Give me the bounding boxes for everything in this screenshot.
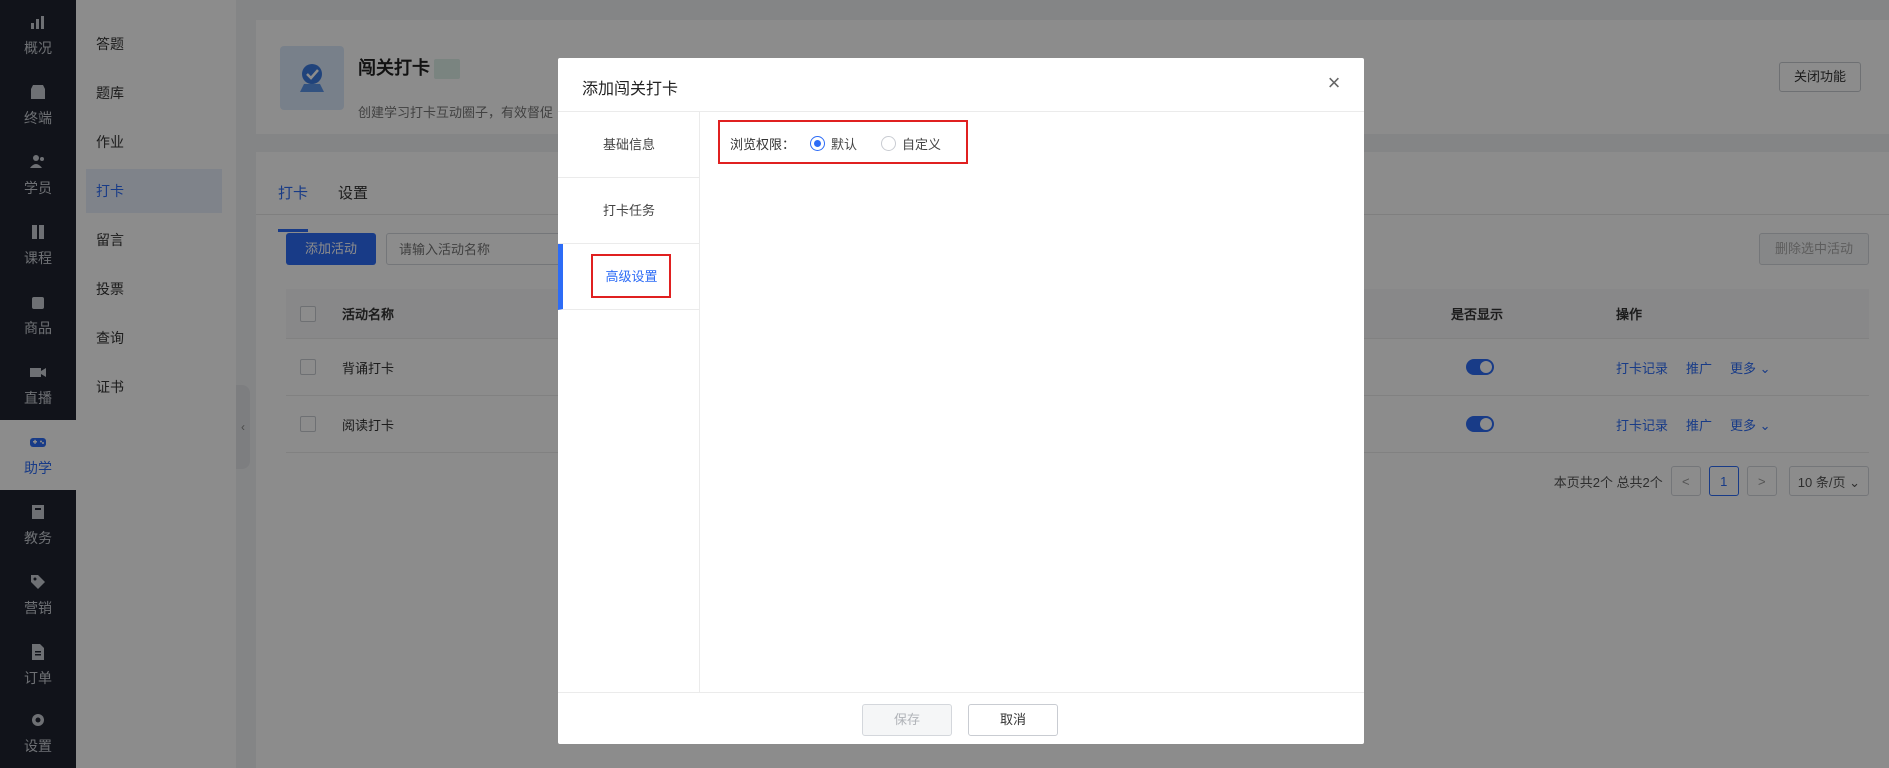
save-button[interactable]: 保存	[862, 704, 952, 736]
modal-header: 添加闯关打卡 ×	[558, 58, 1364, 112]
modal-body: 浏览权限： 默认 自定义	[700, 112, 1364, 692]
radio-custom-label[interactable]: 自定义	[902, 134, 941, 153]
radio-custom[interactable]	[881, 136, 897, 151]
close-icon[interactable]: ×	[1322, 72, 1346, 96]
side-item-checkin-tasks[interactable]: 打卡任务	[558, 178, 700, 244]
side-item-basic-info[interactable]: 基础信息	[558, 112, 700, 178]
modal-title: 添加闯关打卡	[582, 81, 679, 98]
browse-permission-label: 浏览权限：	[730, 137, 796, 152]
add-checkin-modal: 添加闯关打卡 × 基础信息 打卡任务 高级设置 浏览权限： 默认 自定义 保存 …	[558, 58, 1364, 744]
modal-side-nav: 基础信息 打卡任务 高级设置	[558, 112, 700, 692]
radio-default-label[interactable]: 默认	[831, 134, 857, 153]
cancel-button[interactable]: 取消	[968, 704, 1058, 736]
radio-default[interactable]	[810, 136, 825, 151]
highlight-box	[591, 254, 671, 298]
browse-permission-radio-group: 默认 自定义	[810, 134, 965, 153]
modal-footer: 保存 取消	[558, 692, 1364, 744]
